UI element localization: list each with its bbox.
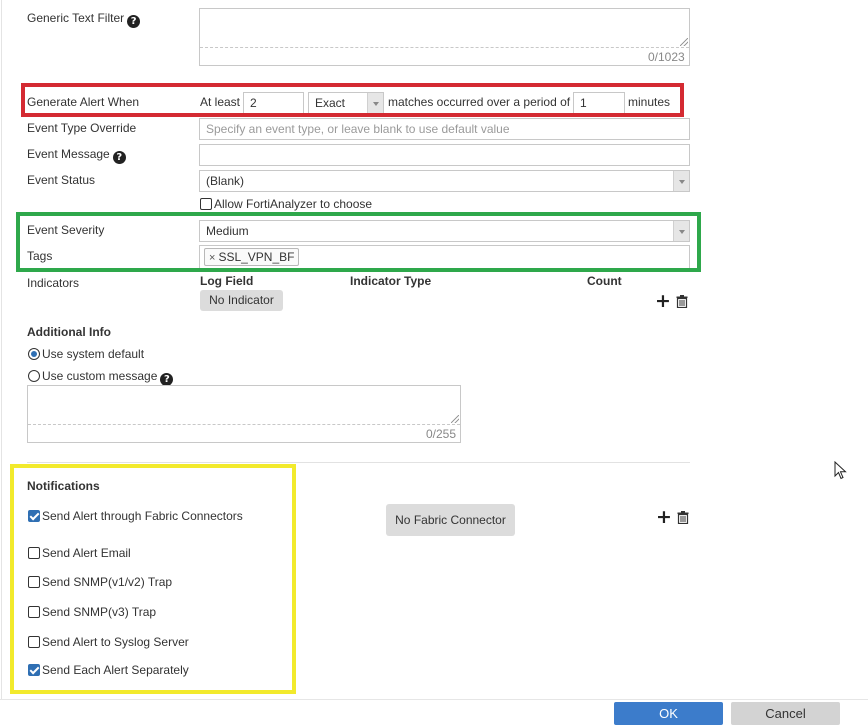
event-type-input[interactable]: Specify an event type, or leave blank to…: [199, 118, 690, 140]
trash-icon[interactable]: [676, 295, 688, 308]
indicators-label: Indicators: [27, 276, 80, 290]
generic-text-filter-textarea[interactable]: [199, 8, 690, 66]
char-counter: 0/255: [426, 427, 457, 441]
allow-fortianalyzer-checkbox[interactable]: Allow FortiAnalyzer to choose: [200, 197, 372, 211]
event-message-input[interactable]: [199, 144, 690, 166]
use-system-default-radio[interactable]: Use system default: [28, 347, 144, 361]
char-counter: 0/1023: [648, 50, 685, 64]
add-indicator-icon[interactable]: +: [655, 292, 671, 311]
mouse-cursor-icon: [834, 461, 847, 480]
red-highlight-box: [21, 83, 684, 117]
count-header: Count: [587, 274, 622, 288]
help-icon[interactable]: ?: [112, 151, 126, 164]
chevron-down-icon: [673, 171, 689, 191]
help-icon[interactable]: ?: [127, 15, 141, 28]
radio-selected-icon[interactable]: [28, 348, 40, 360]
checkbox-icon[interactable]: [200, 198, 212, 210]
event-message-label: Event Message?: [27, 147, 126, 164]
no-indicator-button[interactable]: No Indicator: [200, 290, 283, 311]
textarea-divider: [200, 47, 689, 48]
resize-handle-icon[interactable]: [451, 415, 459, 423]
left-border-line: [1, 0, 2, 726]
cancel-button[interactable]: Cancel: [731, 702, 840, 725]
event-status-select[interactable]: (Blank): [199, 170, 690, 192]
event-status-label: Event Status: [27, 173, 96, 187]
event-type-label: Event Type Override: [27, 121, 137, 135]
yellow-highlight-box: [10, 464, 296, 694]
use-custom-message-radio[interactable]: Use custom message?: [28, 369, 174, 386]
no-fabric-connector-button[interactable]: No Fabric Connector: [386, 504, 515, 536]
add-connector-icon[interactable]: +: [656, 508, 672, 527]
textarea-divider: [28, 424, 460, 425]
trash-icon[interactable]: [677, 511, 689, 524]
custom-message-textarea[interactable]: [27, 385, 461, 443]
generic-text-filter-label: Generic Text Filter?: [27, 11, 141, 28]
indicator-type-header: Indicator Type: [350, 274, 432, 288]
radio-icon[interactable]: [28, 370, 40, 382]
resize-handle-icon[interactable]: [680, 38, 688, 46]
additional-info-title: Additional Info: [27, 325, 111, 339]
section-divider: [27, 462, 690, 463]
ok-button[interactable]: OK: [614, 702, 723, 725]
green-highlight-box: [16, 212, 701, 272]
log-field-header: Log Field: [200, 274, 254, 288]
